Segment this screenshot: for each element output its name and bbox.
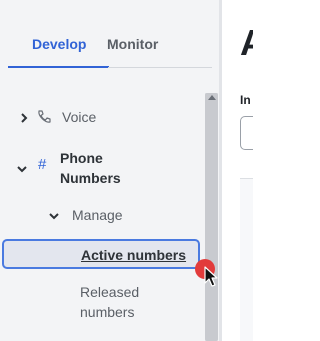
- chevron-down-icon: [17, 166, 27, 173]
- chevron-right-icon: [21, 113, 28, 123]
- field-label: In: [240, 93, 251, 107]
- tab-monitor[interactable]: Monitor: [107, 36, 158, 52]
- active-tab-indicator: [8, 66, 109, 68]
- phone-icon: [38, 110, 51, 123]
- sidebar-item-label: Manage: [72, 207, 123, 223]
- content-panel: [240, 178, 253, 341]
- app-window: Develop Monitor Voice # Phone Numbers Ma…: [0, 0, 253, 341]
- mouse-cursor-icon: [204, 266, 218, 287]
- page-title: A: [240, 22, 253, 64]
- scroll-up-icon[interactable]: [205, 93, 218, 101]
- sidebar-item-label: Released numbers: [80, 284, 140, 320]
- sidebar-divider: [219, 0, 222, 341]
- sidebar-tabs: Develop Monitor: [0, 0, 220, 70]
- tab-develop[interactable]: Develop: [32, 36, 86, 52]
- search-input[interactable]: [240, 116, 253, 150]
- chevron-down-icon: [49, 213, 59, 220]
- scrollbar-thumb[interactable]: [205, 93, 218, 341]
- sidebar: Develop Monitor Voice # Phone Numbers Ma…: [0, 0, 220, 341]
- sidebar-item-label: Active numbers: [81, 247, 187, 263]
- tabs-divider: [108, 67, 212, 68]
- sidebar-item-active-numbers[interactable]: Active numbers: [2, 239, 200, 269]
- sidebar-item-label: Voice: [62, 109, 97, 125]
- sidebar-item-label: Phone Numbers: [60, 150, 121, 186]
- hash-icon: #: [38, 156, 47, 173]
